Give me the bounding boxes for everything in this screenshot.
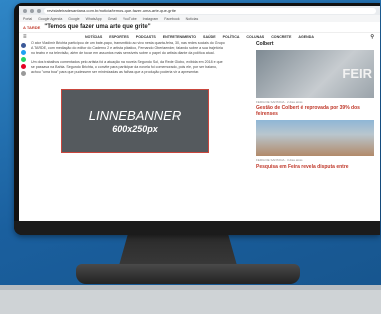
news-headline[interactable]: Gestão de Colbert é reprovada por 39% do… bbox=[256, 105, 374, 117]
pinterest-icon[interactable] bbox=[20, 64, 26, 69]
bookmark-item[interactable]: WhatsApp bbox=[86, 17, 102, 21]
twitter-icon[interactable] bbox=[20, 50, 26, 55]
news-thumbnail[interactable]: FEIR bbox=[256, 50, 374, 98]
whatsapp-icon[interactable] bbox=[20, 57, 26, 62]
forward-icon[interactable] bbox=[30, 8, 34, 13]
nav-item[interactable]: PODCASTS bbox=[136, 35, 156, 39]
bookmark-item[interactable]: Notícias bbox=[186, 17, 199, 21]
article-paragraph: Um dos trabalhos comentados pelo artista… bbox=[31, 60, 223, 74]
news-thumbnail[interactable] bbox=[256, 120, 374, 156]
nav-item[interactable]: NOTÍCIAS bbox=[85, 35, 102, 39]
address-input[interactable]: revistafeiradesantana.com.br/noticia/tem… bbox=[44, 7, 376, 14]
nav-item[interactable]: POLÍTICA bbox=[223, 35, 240, 39]
page-title: "Temos que fazer uma arte que grite" bbox=[44, 24, 151, 30]
news-headline[interactable]: Pesquisa em Feira revela disputa entre bbox=[256, 164, 374, 170]
monitor-screen: revistafeiradesantana.com.br/noticia/tem… bbox=[19, 6, 380, 221]
bookmark-item[interactable]: Facebook bbox=[164, 17, 179, 21]
facebook-icon[interactable] bbox=[20, 43, 26, 48]
browser-url-bar: revistafeiradesantana.com.br/noticia/tem… bbox=[19, 6, 380, 15]
nav-item[interactable]: SAÚDE bbox=[203, 35, 216, 39]
bookmark-item[interactable]: Portal bbox=[23, 17, 32, 21]
bookmark-item[interactable]: Google bbox=[68, 17, 79, 21]
share-icon[interactable] bbox=[20, 71, 26, 76]
nav-item[interactable]: CONCRETE bbox=[271, 35, 291, 39]
news-meta: FEIRA DE SANTANA · 3 dias atrás bbox=[256, 158, 303, 162]
nav-item[interactable]: ENTRETENIMENTO bbox=[163, 35, 196, 39]
page-content: O ator Vladimir Brichta participou de um… bbox=[19, 41, 380, 170]
sidebar: Colbert FEIR FEIRA DE SANTANA · 2 dias a… bbox=[256, 41, 374, 170]
banner-label: LINNEBANNER bbox=[88, 108, 182, 123]
monitor: revistafeiradesantana.com.br/noticia/tem… bbox=[14, 3, 380, 235]
site-nav: ≡ NOTÍCIAS ESPORTES PODCASTS ENTRETENIME… bbox=[19, 33, 380, 41]
reload-icon[interactable] bbox=[37, 8, 41, 13]
monitor-stand-base bbox=[76, 264, 300, 284]
ad-banner[interactable]: LINNEBANNER 600x250px bbox=[61, 89, 209, 153]
sidebar-title: Colbert bbox=[256, 41, 274, 47]
social-share-bar bbox=[19, 41, 27, 153]
nav-item[interactable]: ESPORTES bbox=[109, 35, 129, 39]
bookmark-item[interactable]: Instagram bbox=[143, 17, 159, 21]
thumbnail-sign-text: FEIR bbox=[342, 66, 372, 81]
bookmark-item[interactable]: YouTube bbox=[123, 17, 137, 21]
nav-item[interactable]: AGENDA bbox=[298, 35, 314, 39]
nav-item[interactable]: COLUNAS bbox=[246, 35, 264, 39]
bookmark-item[interactable]: Gmail bbox=[108, 17, 117, 21]
search-icon[interactable]: ⚲ bbox=[370, 34, 374, 40]
article-body: O ator Vladimir Brichta participou de um… bbox=[27, 41, 227, 153]
news-meta: FEIRA DE SANTANA · 2 dias atrás bbox=[256, 100, 303, 104]
article-paragraph: O ator Vladimir Brichta participou de um… bbox=[31, 41, 225, 55]
banner-size: 600x250px bbox=[112, 124, 158, 134]
monitor-chin bbox=[14, 221, 380, 235]
site-logo[interactable]: A TARDE bbox=[23, 25, 40, 30]
site-header: A TARDE "Temos que fazer uma arte que gr… bbox=[19, 22, 380, 33]
bookmarks-bar: Portal Google Agenda Google WhatsApp Gma… bbox=[19, 15, 380, 22]
back-icon[interactable] bbox=[23, 8, 27, 13]
bookmark-item[interactable]: Google Agenda bbox=[38, 17, 62, 21]
floor-band bbox=[0, 285, 381, 290]
menu-icon[interactable]: ≡ bbox=[23, 34, 27, 40]
